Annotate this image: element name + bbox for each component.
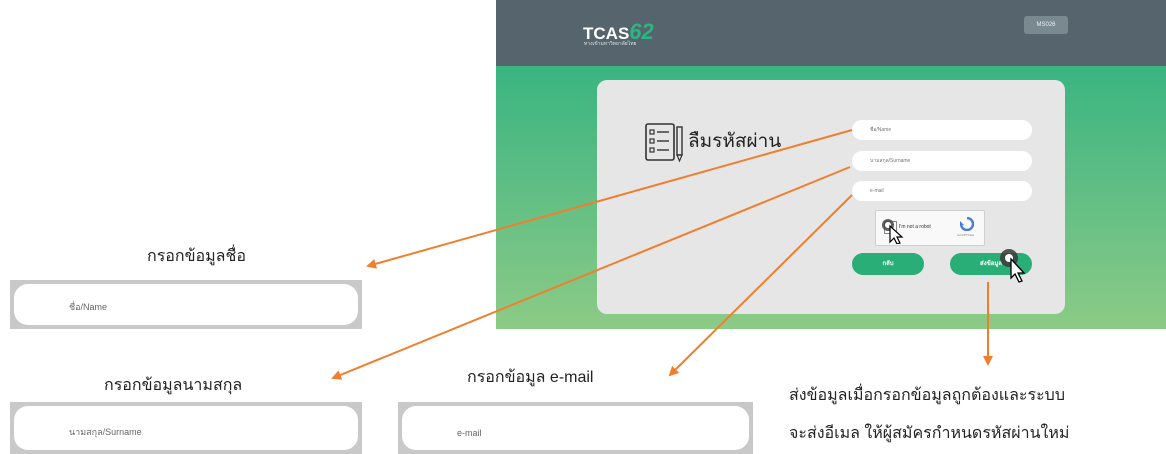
annotation-arrows [331, 129, 993, 380]
arrow-name [366, 129, 853, 269]
arrow-email [668, 194, 853, 377]
